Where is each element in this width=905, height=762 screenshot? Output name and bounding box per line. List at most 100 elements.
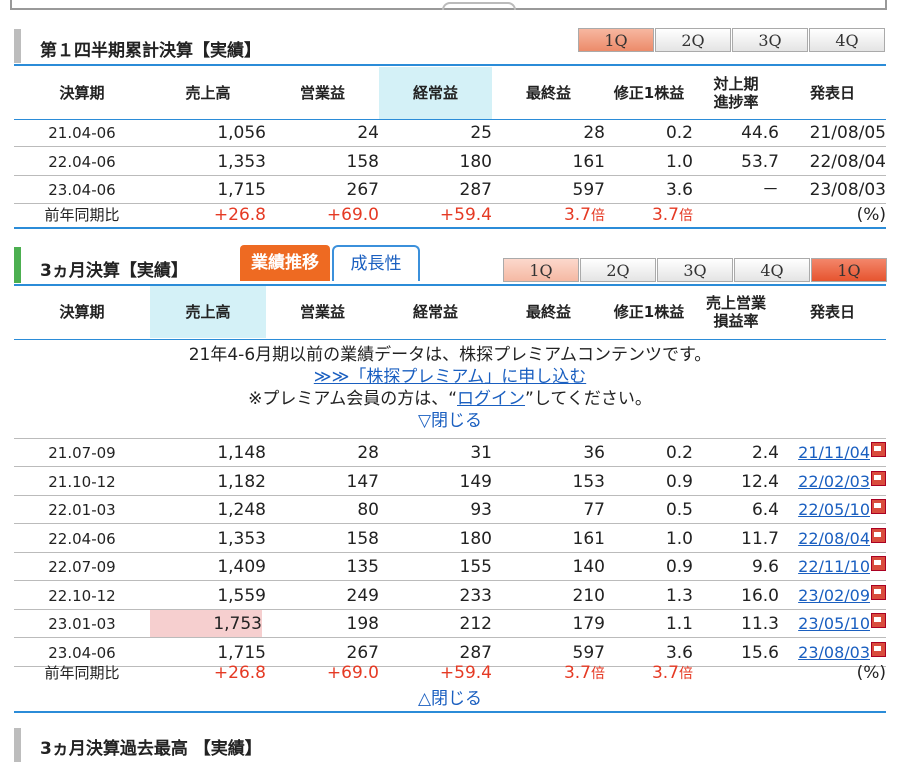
tab-2q[interactable]: 2Q <box>580 258 656 282</box>
cell-ratio: 11.3 <box>741 614 779 634</box>
cell-period: 22.10-12 <box>48 586 116 605</box>
yoy-unit: (%) <box>856 205 886 225</box>
yoy-eps-unit: 倍 <box>679 666 693 682</box>
tab-1q-latest[interactable]: 1Q <box>811 258 887 282</box>
cell-sales: 1,056 <box>217 123 266 143</box>
cell-ordinary: 149 <box>459 471 492 492</box>
yoy-sales: +26.8 <box>213 205 266 225</box>
tab-1q[interactable]: 1Q <box>578 28 654 52</box>
yoy-operating: +69.0 <box>326 205 379 225</box>
tab-2q[interactable]: 2Q <box>655 28 731 52</box>
cell-ordinary: 31 <box>470 443 492 463</box>
tab-4q[interactable]: 4Q <box>734 258 810 282</box>
cell-net: 161 <box>572 528 605 549</box>
premium-signup-link[interactable]: ≫≫「株探プレミアム」に申し込む <box>314 367 586 387</box>
announcement-date-link[interactable]: 22/05/10 <box>798 500 870 519</box>
tab-4q[interactable]: 4Q <box>809 28 885 52</box>
cell-sales: 1,753 <box>150 610 262 637</box>
login-notice-pre: ※プレミアム会員の方は、“ <box>248 389 458 409</box>
yoy-ordinary: +59.4 <box>439 205 492 225</box>
cell-net: 28 <box>583 123 605 143</box>
cell-date: 23/08/03 <box>809 180 886 200</box>
cell-date: 22/11/10 <box>779 553 886 580</box>
announcement-date-link[interactable]: 21/11/04 <box>798 443 870 462</box>
cell-ratio: － <box>762 180 779 200</box>
cell-operating: 198 <box>346 614 379 634</box>
cell-eps: 0.5 <box>665 500 693 520</box>
cell-period: 21.04-06 <box>48 124 116 142</box>
pdf-icon[interactable] <box>871 442 886 457</box>
tab-growth[interactable]: 成長性 <box>332 245 420 281</box>
tab-1q[interactable]: 1Q <box>503 258 579 282</box>
pdf-icon[interactable] <box>871 527 886 543</box>
pdf-icon[interactable] <box>871 556 886 571</box>
cell-sales: 1,409 <box>217 557 266 577</box>
section1-table-header: 決算期 売上高 営業益 経常益 最終益 修正1株益 対上期 進捗率 発表日 <box>14 67 886 119</box>
announcement-date-link[interactable]: 23/02/09 <box>798 586 870 605</box>
col-eps: 修正1株益 <box>613 84 685 102</box>
cell-ordinary: 25 <box>470 123 492 143</box>
previous-panel-bottom <box>10 0 887 10</box>
col-ordinary: 経常益 <box>379 67 492 119</box>
login-link[interactable]: ログイン <box>457 389 525 409</box>
cell-sales: 1,715 <box>217 180 266 200</box>
yoy-eps-unit: 倍 <box>679 208 693 224</box>
close-toggle-bottom[interactable]: △閉じる <box>418 689 482 709</box>
cell-ordinary: 93 <box>470 500 492 520</box>
cell-period: 22.04-06 <box>48 529 116 548</box>
cell-date: 22/05/10 <box>779 496 886 523</box>
cell-period: 21.10-12 <box>48 472 116 491</box>
cell-operating: 158 <box>346 151 379 172</box>
pdf-icon[interactable] <box>871 499 886 514</box>
yoy-net-value: 3.7 <box>563 663 591 683</box>
cell-sales: 1,353 <box>217 151 266 172</box>
table-row: 22.04-06 1,353 158 180 161 1.0 53.7 22/08/04 <box>14 148 886 176</box>
pdf-icon[interactable] <box>871 641 886 657</box>
cell-eps: 1.0 <box>665 151 693 172</box>
table-row: 22.04-06 1,353 158 180 161 1.0 11.7 22/08/04 <box>14 525 886 553</box>
cell-operating: 135 <box>346 557 379 577</box>
announcement-date-link[interactable]: 23/08/03 <box>798 643 870 662</box>
cell-sales: 1,148 <box>217 443 266 463</box>
cell-operating: 28 <box>357 443 379 463</box>
col-net: 最終益 <box>525 303 571 321</box>
tab-3q[interactable]: 3Q <box>732 28 808 52</box>
yoy-blank <box>693 662 779 684</box>
cell-ordinary: 233 <box>459 585 492 606</box>
announcement-date-link[interactable]: 23/05/10 <box>798 614 870 633</box>
cell-operating: 249 <box>346 585 379 606</box>
tab-3q[interactable]: 3Q <box>657 258 733 282</box>
cell-operating: 158 <box>346 528 379 549</box>
header-rule <box>14 339 886 340</box>
yoy-operating: +69.0 <box>326 663 379 683</box>
yoy-eps-value: 3.7 <box>651 663 679 683</box>
pdf-icon[interactable] <box>871 613 886 628</box>
cell-net: 210 <box>572 585 605 606</box>
cell-ordinary: 212 <box>459 614 492 634</box>
section1-yoy-row: 前年同期比 +26.8 +69.0 +59.4 3.7倍 3.7倍 (%) <box>14 204 886 226</box>
cell-eps: 0.2 <box>665 443 693 463</box>
tab-performance-trend[interactable]: 業績推移 <box>240 245 330 281</box>
cell-operating: 24 <box>357 123 379 143</box>
pdf-icon[interactable] <box>871 584 886 600</box>
yoy-sales: +26.8 <box>213 663 266 683</box>
section3-header: 3ヵ月決算過去最高 【実績】 <box>14 728 886 762</box>
cell-ordinary: 180 <box>459 528 492 549</box>
cell-eps: 1.3 <box>665 585 693 606</box>
announcement-date-link[interactable]: 22/02/03 <box>798 472 870 491</box>
pdf-icon[interactable] <box>871 470 886 486</box>
cell-period: 21.07-09 <box>48 444 116 462</box>
table-row: 21.04-06 1,056 24 25 28 0.2 44.6 21/08/05 <box>14 119 886 147</box>
cell-net: 179 <box>572 614 605 634</box>
announcement-date-link[interactable]: 22/08/04 <box>798 529 870 548</box>
cell-net: 161 <box>572 151 605 172</box>
yoy-eps-value: 3.7 <box>651 205 679 225</box>
table-row: 23.01-03 1,753 198 212 179 1.1 11.3 23/05/10 <box>14 610 886 638</box>
announcement-date-link[interactable]: 22/11/10 <box>798 557 870 576</box>
cell-date: 21/08/05 <box>809 123 886 143</box>
section2-yoy-row: 前年同期比 +26.8 +69.0 +59.4 3.7倍 3.7倍 (%) <box>14 662 886 684</box>
col-sales: 売上高 <box>150 286 266 338</box>
close-toggle-top[interactable]: ▽閉じる <box>418 411 482 431</box>
cell-eps: 0.2 <box>665 123 693 143</box>
col-date: 発表日 <box>809 303 855 321</box>
